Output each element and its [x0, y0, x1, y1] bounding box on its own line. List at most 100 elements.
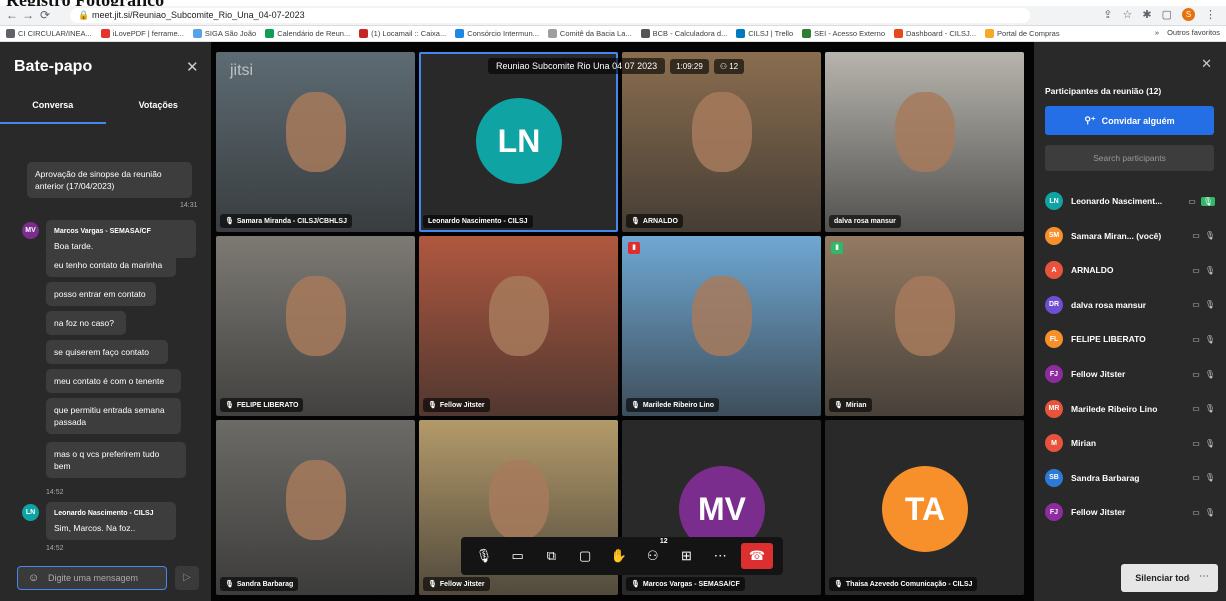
- participant-name-label: 🎙︎ Marcos Vargas - SEMASA/CF: [626, 577, 745, 591]
- camera-icon: ▭: [1192, 507, 1200, 517]
- bookmark-favicon-icon: [359, 29, 369, 38]
- participant-list-name: Fellow Jitster: [1071, 369, 1126, 379]
- participant-list-item[interactable]: FJ Fellow Jitster ▭ 🎙︎: [1045, 364, 1215, 384]
- address-bar[interactable]: 🔒 meet.jit.si/Reuniao_Subcomite_Rio_Una_…: [70, 8, 1030, 23]
- participant-tile[interactable]: dalva rosa mansur: [825, 52, 1024, 232]
- bookmark-star-icon[interactable]: ☆: [1123, 8, 1133, 21]
- participant-list-item[interactable]: LN Leonardo Nasciment... ▭ 🎙︎: [1045, 191, 1215, 211]
- more-options-icon[interactable]: ⋯: [707, 543, 733, 569]
- chat-message: meu contato é com o tenente: [46, 369, 181, 393]
- bookmark-label: BCB - Calculadora d...: [652, 29, 728, 38]
- bookmark-favicon-icon: [6, 29, 15, 38]
- participant-name: Marcos Vargas - SEMASA/CF: [642, 581, 740, 588]
- bookmark-label: Calendário de Reun...: [277, 29, 351, 38]
- mic-active-icon: 🎙︎: [1200, 196, 1215, 206]
- video-feed: [692, 92, 752, 172]
- meeting-title: Reuniao Subcomite Rio Una 04 07 2023: [488, 58, 666, 74]
- tile-view-icon[interactable]: ⊞: [673, 543, 699, 569]
- bookmark-favicon-icon: [100, 29, 110, 38]
- participant-name: Sandra Barbarag: [236, 581, 294, 588]
- participant-tile[interactable]: TA 🎙︎ Thaisa Azevedo Comunicação - CILSJ: [825, 420, 1024, 595]
- send-button[interactable]: ▷: [175, 566, 199, 590]
- chat-input-placeholder: Digite uma mensagem: [48, 573, 139, 583]
- participants-panel: ✕ Participantes da reunião (12) ⚲⁺ Convid…: [1034, 42, 1226, 601]
- bookmarks-more-button[interactable]: »: [1155, 28, 1159, 37]
- hangup-button[interactable]: ☎: [741, 543, 773, 569]
- participant-list-item[interactable]: A ARNALDO ▭ 🎙︎: [1045, 260, 1215, 280]
- participant-tile[interactable]: 🎙︎ Fellow Jitster: [419, 236, 618, 416]
- emoji-icon[interactable]: ☺: [28, 567, 39, 589]
- bookmark-item[interactable]: Portal de Compras: [985, 29, 1060, 38]
- chat-icon[interactable]: ▢: [572, 543, 598, 569]
- participant-tile[interactable]: 🎙︎ Sandra Barbarag: [216, 420, 415, 595]
- bookmark-item[interactable]: iLovePDF | ferrame...: [100, 29, 184, 38]
- participant-name-label: 🎙︎ Samara Miranda - CILSJ/CBHLSJ: [220, 214, 352, 228]
- participant-list-item[interactable]: FJ Fellow Jitster ▭ 🎙︎: [1045, 502, 1215, 522]
- bookmark-item[interactable]: Calendário de Reun...: [265, 29, 350, 38]
- invite-button[interactable]: ⚲⁺ Convidar alguém: [1045, 106, 1214, 135]
- screen-share-icon[interactable]: ⧉: [538, 543, 564, 569]
- meeting-header: Reuniao Subcomite Rio Una 04 07 2023 1:0…: [488, 56, 745, 76]
- participant-tile[interactable]: 🎙︎ FELIPE LIBERATO: [216, 236, 415, 416]
- participant-tile[interactable]: ▮ 🎙︎ Marilede Ribeiro Lino: [622, 236, 821, 416]
- jitsi-app: Bate-papo ✕ Conversa Votações Aprovação …: [0, 42, 1226, 601]
- participant-list-name: Samara Miran... (você): [1071, 230, 1162, 241]
- bookmark-favicon-icon: [985, 29, 995, 38]
- extensions-icon[interactable]: ✱: [1142, 8, 1151, 21]
- menu-icon[interactable]: ⋮: [1205, 8, 1216, 21]
- participant-tile[interactable]: LN Leonardo Nascimento - CILSJ: [419, 52, 618, 232]
- mic-muted-icon: 🎙︎: [428, 581, 437, 588]
- participant-avatar: LN: [1045, 192, 1063, 210]
- raise-hand-icon[interactable]: ✋: [606, 543, 632, 569]
- close-icon[interactable]: ✕: [186, 58, 199, 76]
- profile-avatar[interactable]: S: [1182, 8, 1195, 21]
- participant-tile[interactable]: ▮ 🎙︎ Mirian: [825, 236, 1024, 416]
- other-bookmarks-folder[interactable]: Outros favoritos: [1167, 28, 1220, 37]
- search-participants-input[interactable]: Search participants: [1045, 145, 1214, 171]
- bookmark-item[interactable]: (1) Locamail :: Caixa...: [359, 29, 446, 38]
- tab-search-icon[interactable]: ▢: [1162, 8, 1172, 21]
- participant-count[interactable]: ⚇ 12: [713, 58, 745, 74]
- chat-message: na foz no caso?: [46, 311, 126, 335]
- participant-name: Fellow Jitster: [439, 402, 485, 409]
- bookmark-item[interactable]: BCB - Calculadora d...: [640, 29, 728, 38]
- bookmark-item[interactable]: CILSJ | Trello: [736, 29, 793, 38]
- reload-icon[interactable]: ⟳: [40, 8, 50, 22]
- chat-message: se quiserem faço contato: [46, 340, 168, 364]
- participant-tile[interactable]: 🎙︎ ARNALDO: [622, 52, 821, 232]
- mic-muted-icon: 🎙︎: [1204, 300, 1215, 310]
- participants-icon[interactable]: ⚇ 12: [640, 538, 668, 569]
- participant-name-label: 🎙︎ Marilede Ribeiro Lino: [626, 398, 720, 412]
- close-icon[interactable]: ✕: [1201, 56, 1212, 72]
- connection-indicator-icon[interactable]: ▮: [628, 242, 640, 254]
- chat-message-input[interactable]: ☺ Digite uma mensagem: [17, 566, 167, 590]
- participant-list-item[interactable]: DR dalva rosa mansur ▭ 🎙︎: [1045, 295, 1215, 315]
- participant-list-item[interactable]: SM Samara Miran... (você) ▭ 🎙︎: [1045, 226, 1215, 246]
- share-icon[interactable]: ⇪: [1103, 8, 1112, 21]
- participant-list-item[interactable]: FL FELIPE LIBERATO ▭ 🎙︎: [1045, 329, 1215, 349]
- mic-muted-icon: 🎙︎: [1204, 473, 1215, 483]
- participant-list-item[interactable]: SB Sandra Barbarag ▭ 🎙︎: [1045, 468, 1215, 488]
- connection-indicator-icon[interactable]: ▮: [831, 242, 843, 254]
- bookmark-item[interactable]: CI CIRCULAR/INEA...: [6, 29, 92, 38]
- tab-conversa[interactable]: Conversa: [0, 94, 106, 124]
- participant-list-item[interactable]: MR Marilede Ribeiro Lino ▭ 🎙︎: [1045, 399, 1215, 419]
- bookmark-item[interactable]: SEI - Acesso Externo: [802, 29, 885, 38]
- participant-list-item[interactable]: M Mirian ▭ 🎙︎: [1045, 433, 1215, 453]
- tab-votacoes[interactable]: Votações: [106, 94, 212, 124]
- bookmark-item[interactable]: Consórcio Intermun...: [455, 29, 539, 38]
- participant-avatar: M: [1045, 434, 1063, 453]
- microphone-muted-icon[interactable]: 🎙︎: [471, 543, 497, 569]
- participant-name: Mirian: [845, 402, 867, 409]
- bookmark-item[interactable]: Comitê da Bacia La...: [547, 29, 632, 38]
- bookmark-item[interactable]: Dashboard - CILSJ...: [894, 29, 976, 38]
- camera-icon[interactable]: ▭: [505, 543, 531, 569]
- forward-icon[interactable]: →: [22, 8, 34, 22]
- bookmark-item[interactable]: SIGA São João: [192, 29, 256, 38]
- back-icon[interactable]: ←: [6, 8, 18, 22]
- participants-badge: 12: [659, 538, 668, 545]
- participant-tile[interactable]: jitsi 🎙︎ Samara Miranda - CILSJ/CBHLSJ: [216, 52, 415, 232]
- more-actions-button[interactable]: ⋯: [1190, 564, 1218, 592]
- bookmark-label: Consórcio Intermun...: [467, 29, 539, 38]
- bookmark-label: SEI - Acesso Externo: [814, 29, 886, 38]
